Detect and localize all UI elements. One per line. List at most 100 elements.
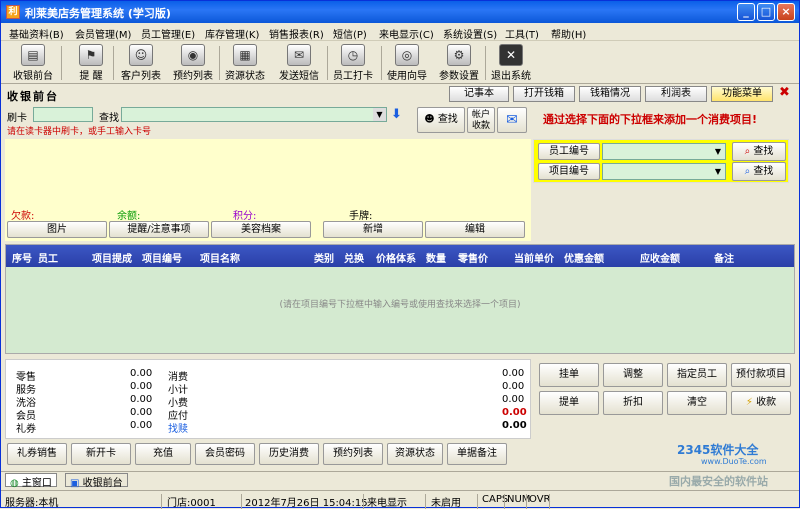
minimize-button[interactable]: _ [737,3,755,21]
total-value: 0.00 [130,368,153,379]
notepad-button[interactable]: 记事本 [449,86,509,102]
checkout-button[interactable]: ⚡ 收款 [731,391,791,415]
chevron-down-icon[interactable]: ▼ [711,144,725,159]
column-header[interactable]: 当前单价 [514,250,554,265]
title-bar[interactable]: 利 利莱美店务管理系统 (学习版) _ □ × [1,1,799,23]
grid-empty-hint: (请在项目编号下拉框中输入编号或使用查找来选择一个项目) [279,300,521,310]
find-member-button[interactable]: ☻ 查找 [417,107,465,133]
column-header[interactable]: 兑换 [344,250,364,265]
toolbar-cash-button[interactable]: ▤ 收银前台 [5,44,61,82]
profit-table-button[interactable]: 利润表 [645,86,707,102]
column-header[interactable]: 类别 [314,250,334,265]
member-password-button[interactable]: 会员密码 [195,443,255,465]
column-header[interactable]: 数量 [426,250,446,265]
menu-settings[interactable]: 系统设置(S) [443,26,497,41]
column-header[interactable]: 应收金额 [640,250,680,265]
window-title: 利莱美店务管理系统 (学习版) [25,7,171,20]
envelope-icon: ✉ [287,44,311,66]
bottom-buttons: 礼券销售 新开卡 充值 会员密码 历史消费 预约列表 资源状态 单据备注 234… [1,441,799,467]
account-pay-button[interactable]: 帐户收款 [467,107,495,133]
bill-remark-button[interactable]: 单据备注 [447,443,507,465]
balance-label: 余额: [117,211,141,222]
menu-reports[interactable]: 销售报表(R) [269,26,324,41]
column-header[interactable]: 备注 [714,250,734,265]
discount-button[interactable]: 折扣 [603,391,663,415]
toolbar-customers-button[interactable]: ☺ 客户列表 [113,44,169,82]
download-arrow-icon[interactable]: ⬇ [391,107,405,122]
resource-status-button[interactable]: 资源状态 [387,443,443,465]
sms-envelope-button[interactable]: ✉ [497,107,527,133]
retrieve-bill-button[interactable]: 提单 [539,391,599,415]
tab-main[interactable]: ◍ 主窗口 [5,473,57,489]
toolbar-params-button[interactable]: ⚙ 参数设置 [431,44,487,82]
toolbar-exit-button[interactable]: ✕ 退出系统 [483,44,539,82]
maximize-button[interactable]: □ [757,3,775,21]
card-search-combo[interactable]: ▼ [121,107,387,122]
history-button[interactable]: 历史消费 [259,443,319,465]
item-find-button[interactable]: ⌕ 查找 [732,162,786,181]
menu-basic[interactable]: 基础资料(B) [9,26,64,41]
menu-sms[interactable]: 短信(P) [333,26,367,41]
appointment-list-button[interactable]: 预约列表 [323,443,383,465]
beauty-profile-button[interactable]: 美容档案 [211,221,311,238]
people-icon: ☻ [424,114,435,125]
column-header[interactable]: 零售价 [458,250,488,265]
menu-tools[interactable]: 工具(T) [505,26,539,41]
menu-member[interactable]: 会员管理(M) [75,26,131,41]
status-caller: 来电显示 [367,498,407,509]
status-store: 门店:0001 [167,498,216,509]
function-menu-button[interactable]: 功能菜单 [711,86,773,102]
new-button[interactable]: 新增 [323,221,423,238]
total-value: 0.00 [130,381,153,392]
totals-panel: 零售 0.00 服务 0.00 洗浴 0.00 会员 0.00 礼券 0.00 … [5,359,531,439]
toolbar-reminder-button[interactable]: ⚑ 提 醒 [63,44,119,82]
adjust-button[interactable]: 调整 [603,363,663,387]
resource-grid-icon: ▦ [233,44,257,66]
menu-caller[interactable]: 来电显示(C) [379,26,434,41]
magnifier-icon: ⌕ [744,146,751,157]
reminder-notes-button[interactable]: 提醒/注意事项 [109,221,209,238]
column-header[interactable]: 项目名称 [200,250,240,265]
open-drawer-button[interactable]: 打开钱箱 [513,86,575,102]
close-panel-icon[interactable]: ✖ [779,85,790,100]
clear-button[interactable]: 清空 [667,391,727,415]
cash-register-icon: ▤ [21,44,45,66]
edit-button[interactable]: 编辑 [425,221,525,238]
chevron-down-icon[interactable]: ▼ [711,164,725,179]
close-button[interactable]: × [777,3,795,21]
column-header[interactable]: 优惠金额 [564,250,604,265]
toolbar-clockin-button[interactable]: ◷ 员工打卡 [325,44,381,82]
column-header[interactable]: 项目提成 [92,250,132,265]
consumption-grid[interactable]: 序号 员工 项目提成 项目编号 项目名称 类别 兑换 价格体系 数量 零售价 当… [5,244,795,354]
assign-employee-button[interactable]: 指定员工 [667,363,727,387]
tab-cashier[interactable]: ▣ 收银前台 [65,473,128,489]
menu-inventory[interactable]: 库存管理(K) [205,26,259,41]
change-value: 0.00 [502,420,527,431]
chevron-down-icon[interactable]: ▼ [373,108,386,121]
toolbar-sms-button[interactable]: ✉ 发送短信 [271,44,327,82]
menu-employee[interactable]: 员工管理(E) [141,26,195,41]
change-label[interactable]: 找赎 [168,420,188,435]
coupon-sale-button[interactable]: 礼券销售 [7,443,67,465]
column-header[interactable]: 项目编号 [142,250,182,265]
open-card-button[interactable]: 新开卡 [71,443,131,465]
toolbar-resources-button[interactable]: ▦ 资源状态 [217,44,273,82]
menu-help[interactable]: 帮助(H) [551,26,586,41]
item-id-combo[interactable]: ▼ [602,163,726,180]
toolbar-appointments-button[interactable]: ◉ 预约列表 [165,44,221,82]
toolbar-wizard-button[interactable]: ◎ 使用向导 [379,44,435,82]
column-header[interactable]: 价格体系 [376,250,416,265]
drawer-status-button[interactable]: 钱箱情况 [579,86,641,102]
reminder-icon: ⚑ [79,44,103,66]
cash-header: 收银前台 记事本 打开钱箱 钱箱情况 利润表 功能菜单 ✖ [3,85,799,103]
status-datetime: 2012年7月26日 15:04:15 [245,498,368,509]
card-input[interactable] [33,107,93,122]
recharge-button[interactable]: 充值 [135,443,191,465]
employee-id-combo[interactable]: ▼ [602,143,726,160]
prepaid-item-button[interactable]: 预付款项目 [731,363,791,387]
column-header[interactable]: 员工 [38,250,58,265]
column-header[interactable]: 序号 [12,250,32,265]
hang-bill-button[interactable]: 挂单 [539,363,599,387]
photo-button[interactable]: 图片 [7,221,107,238]
employee-find-button[interactable]: ⌕ 查找 [732,142,786,161]
